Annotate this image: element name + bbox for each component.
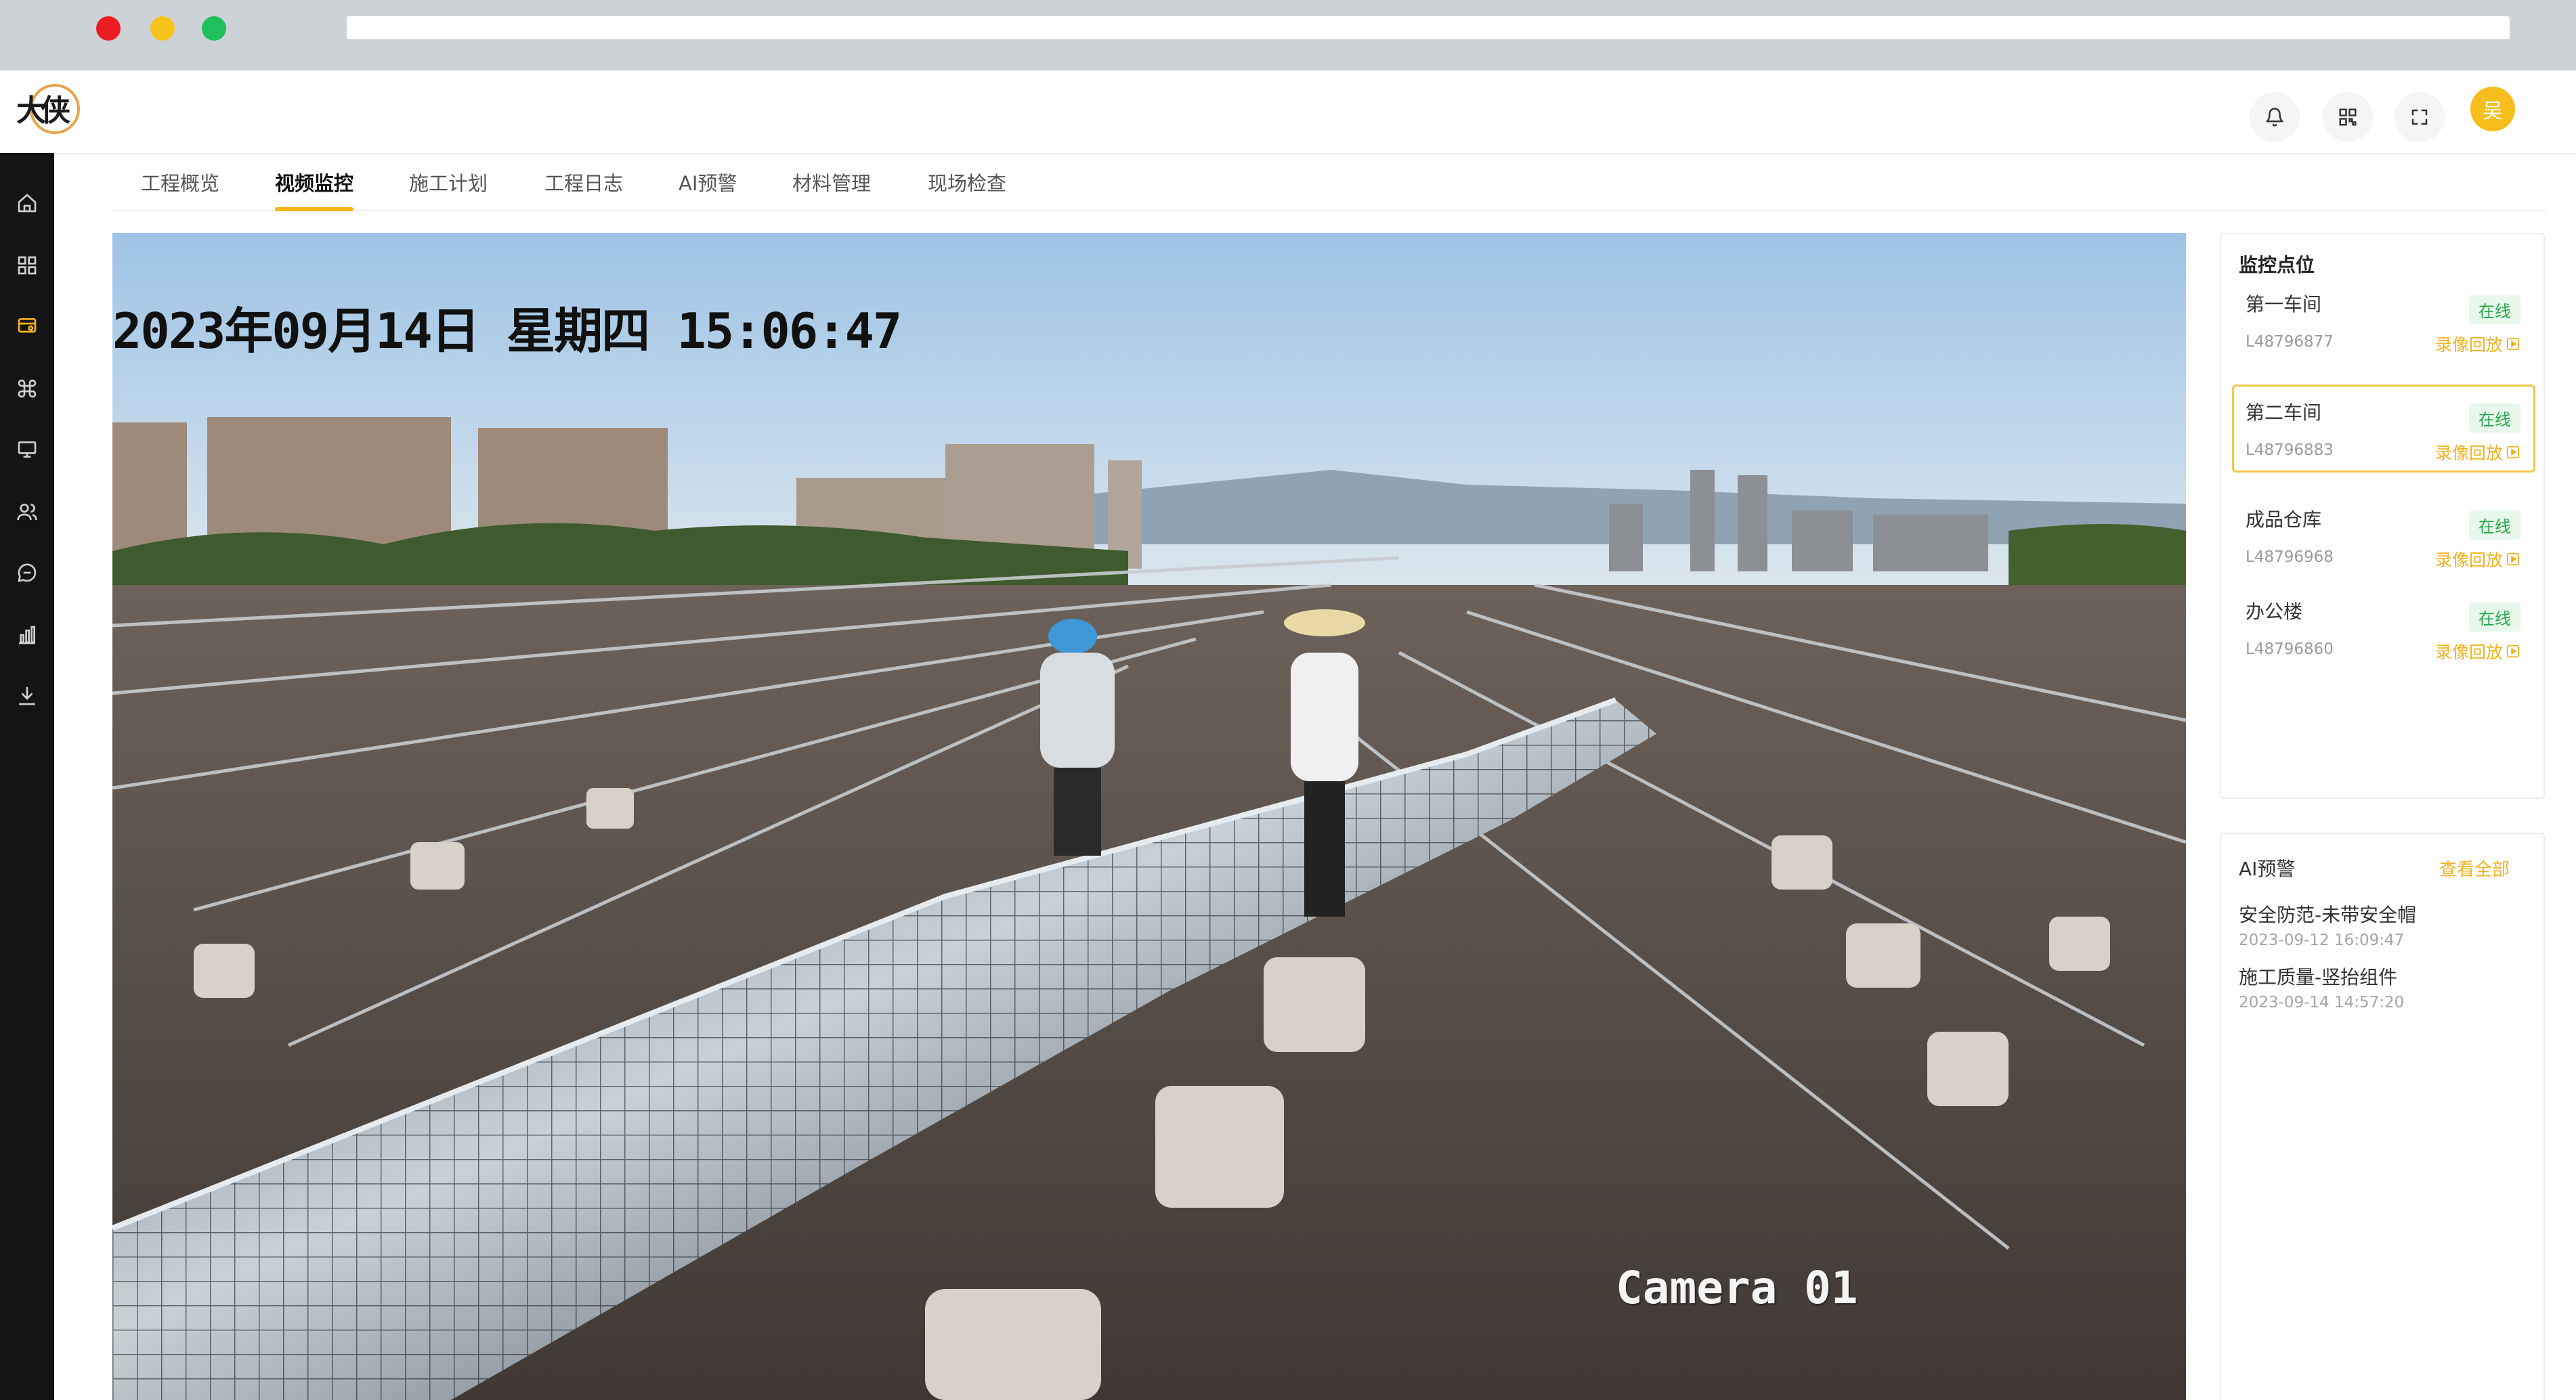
sidebar-item-command[interactable] [0,362,54,416]
qr-code-icon [2339,108,2357,126]
command-icon [18,379,37,398]
tab-ai-alerts[interactable]: AI预警 [679,168,737,196]
camera-item[interactable]: 成品仓库 在线 L48796968 录像回放 [2232,491,2535,579]
sidebar-item-download[interactable] [0,669,54,723]
camera-item[interactable]: 第一车间 在线 L48796877 录像回放 [2232,276,2535,364]
alert-title: 施工质量-竖抬组件 [2239,966,2398,988]
playback-icon [2506,337,2520,351]
bar-chart-icon [19,626,35,644]
notification-button[interactable] [2250,92,2300,142]
alert-item[interactable]: 安全防范-未带安全帽 2023-09-12 16:09:47 [2239,900,2416,949]
sidebar-item-messages[interactable] [0,546,54,600]
window-close-button[interactable] [96,16,121,41]
sidebar-item-monitor[interactable] [0,299,54,353]
users-icon [17,504,37,521]
camera-item-selected[interactable]: 第二车间 在线 L48796883 录像回放 [2232,385,2535,473]
window-maximize-button[interactable] [202,16,226,41]
playback-link[interactable]: 录像回放 [2435,332,2520,356]
sidebar-item-users[interactable] [0,485,54,539]
status-badge: 在线 [2469,510,2520,540]
playback-icon [2506,552,2520,566]
alert-item[interactable]: 施工质量-竖抬组件 2023-09-14 14:57:20 [2239,963,2404,1011]
sidebar-item-reports[interactable] [0,608,54,662]
address-bar[interactable] [347,16,2510,39]
sidebar [0,153,54,1400]
status-badge: 在线 [2469,603,2520,632]
fullscreen-icon [2411,109,2428,125]
video-frame [112,233,2186,1400]
tab-bar: 工程概览 视频监控 施工计划 工程日志 AI预警 材料管理 现场检查 [112,153,2546,211]
playback-label: 录像回放 [2434,443,2503,463]
sidebar-item-home[interactable] [0,176,54,230]
logo-mark: 大侠 [16,93,70,128]
camera-label: Camera 01 [1616,1262,1858,1314]
tab-project-log[interactable]: 工程日志 [544,168,623,196]
camera-name: 办公楼 [2246,600,2303,623]
tab-construction-plan[interactable]: 施工计划 [409,168,488,196]
monitor-panel-title: 监控点位 [2239,254,2315,276]
home-icon [18,194,37,213]
tab-video-monitor[interactable]: 视频监控 [275,168,353,196]
user-avatar[interactable]: 吴 [2470,87,2515,131]
ai-panel-title: AI预警 [2239,858,2296,880]
active-tab-indicator [275,207,353,211]
video-timestamp: 2023年09月14日 星期四 15:06:47 [112,303,902,359]
playback-label: 录像回放 [2434,550,2503,570]
window-minimize-button[interactable] [150,16,175,41]
video-player[interactable]: 2023年09月14日 星期四 15:06:47 Camera 01 [112,233,2186,1400]
camera-name: 第一车间 [2246,293,2322,315]
brand-logo[interactable]: 大侠 [15,81,83,141]
sidebar-item-desktop[interactable] [0,422,54,477]
status-badge: 在线 [2469,295,2520,324]
tab-materials[interactable]: 材料管理 [792,168,871,196]
alert-title: 安全防范-未带安全帽 [2239,904,2417,926]
camera-id: L48796968 [2246,548,2334,566]
playback-label: 录像回放 [2434,642,2503,662]
view-all-link[interactable]: 查看全部 [2439,856,2510,881]
tab-overview[interactable]: 工程概览 [141,168,219,196]
fullscreen-button[interactable] [2395,92,2445,142]
playback-link[interactable]: 录像回放 [2435,547,2520,571]
download-icon [19,686,35,705]
bell-icon [2266,108,2283,127]
app-header: 大侠 吴 [0,70,2576,154]
qr-code-button[interactable] [2323,92,2373,142]
playback-label: 录像回放 [2434,335,2503,355]
desktop-icon [18,441,37,458]
message-icon [18,563,37,582]
alert-time: 2023-09-12 16:09:47 [2239,932,2405,949]
tab-site-inspection[interactable]: 现场检查 [928,168,1006,196]
playback-icon [2506,445,2520,459]
playback-link[interactable]: 录像回放 [2435,440,2520,464]
monitor-points-panel: 监控点位 第一车间 在线 L48796877 录像回放 第二车间 在线 L487… [2220,233,2545,799]
playback-icon [2506,644,2520,658]
camera-id: L48796883 [2246,441,2334,459]
sidebar-item-dashboard[interactable] [0,238,54,292]
playback-link[interactable]: 录像回放 [2435,639,2520,663]
camera-id: L48796860 [2246,640,2334,658]
status-badge: 在线 [2469,403,2520,433]
camera-name: 第二车间 [2246,401,2322,424]
grid-icon [18,256,37,275]
alert-time: 2023-09-14 14:57:20 [2239,994,2405,1011]
browser-chrome [0,0,2576,70]
camera-name: 成品仓库 [2246,508,2322,531]
camera-id: L48796877 [2246,333,2334,351]
ai-alerts-panel: AI预警 查看全部 安全防范-未带安全帽 2023-09-12 16:09:47… [2220,833,2545,1400]
monitor-board-icon [18,318,37,333]
camera-item[interactable]: 办公楼 在线 L48796860 录像回放 [2232,584,2535,672]
